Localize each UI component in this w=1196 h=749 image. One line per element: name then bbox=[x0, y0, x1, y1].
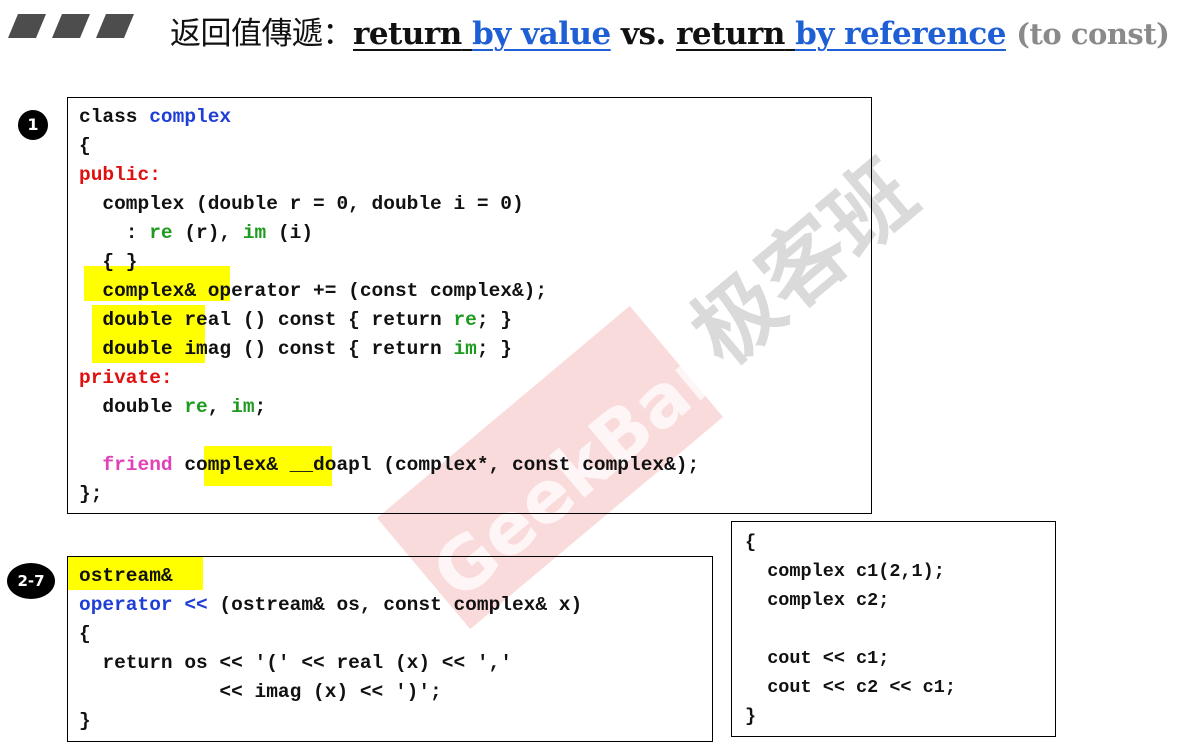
code-class-complex: class complex { public: complex (double … bbox=[79, 103, 699, 509]
code-token: class bbox=[79, 106, 150, 128]
code-token: cout << c2 << c1; bbox=[745, 677, 956, 698]
code-line: }; bbox=[79, 483, 102, 505]
decoration-bar bbox=[8, 14, 46, 38]
title-vs: vs. bbox=[621, 16, 666, 52]
code-token: im bbox=[242, 222, 267, 244]
code-token: double imag () const { return bbox=[79, 338, 454, 360]
code-token: ostream& bbox=[79, 565, 173, 587]
code-token: } bbox=[79, 710, 91, 732]
step-badge-2-7: 2-7 bbox=[7, 563, 55, 599]
code-token: public: bbox=[79, 164, 161, 186]
code-line: double imag () const { return im; } bbox=[79, 338, 512, 360]
code-line: complex c2; bbox=[745, 590, 889, 611]
title-prefix: 返回值傳遞： bbox=[170, 16, 354, 52]
code-token: { bbox=[79, 135, 91, 157]
code-line: { bbox=[79, 623, 91, 645]
code-usage: { complex c1(2,1); complex c2; cout << c… bbox=[745, 528, 956, 731]
decoration-bar bbox=[96, 14, 134, 38]
code-token: return os << '(' << real (x) << ',' bbox=[79, 652, 512, 674]
title-by-value: by value bbox=[472, 16, 611, 52]
code-token: re bbox=[453, 309, 477, 331]
code-line: } bbox=[79, 710, 91, 732]
code-token: << imag (x) << ')'; bbox=[79, 681, 442, 703]
code-line: complex c1(2,1); bbox=[745, 561, 945, 582]
code-line: cout << c2 << c1; bbox=[745, 677, 956, 698]
code-token: complex c2; bbox=[745, 590, 890, 611]
code-line: complex& operator += (const complex&); bbox=[79, 280, 547, 302]
code-line: ostream& bbox=[79, 565, 173, 587]
code-line: friend complex& __doapl (complex*, const… bbox=[79, 454, 699, 476]
title-decoration-bars bbox=[8, 14, 138, 38]
code-token: operator << bbox=[79, 594, 208, 616]
code-line: operator << (ostream& os, const complex&… bbox=[79, 594, 582, 616]
code-token: (r), bbox=[172, 222, 243, 244]
code-token: ; bbox=[254, 396, 267, 418]
decoration-bar bbox=[52, 14, 90, 38]
code-token: } bbox=[745, 706, 757, 727]
title-by-reference: by reference bbox=[795, 16, 1006, 52]
code-token: ; } bbox=[476, 338, 512, 360]
code-token: { bbox=[745, 532, 757, 553]
code-operator-output: ostream& operator << (ostream& os, const… bbox=[79, 562, 582, 736]
code-token: complex& operator += (const complex&); bbox=[79, 280, 548, 302]
code-line: : re (r), im (i) bbox=[79, 222, 313, 244]
code-token: }; bbox=[79, 483, 103, 505]
code-line: double re, im; bbox=[79, 396, 266, 418]
code-token: re bbox=[184, 396, 208, 418]
code-token: complex& __doapl (complex*, const comple… bbox=[172, 454, 700, 476]
code-token: double bbox=[79, 396, 185, 418]
code-token: double real () const { return bbox=[79, 309, 454, 331]
code-line: cout << c1; bbox=[745, 648, 889, 669]
code-token: im bbox=[231, 396, 255, 418]
code-line: public: bbox=[79, 164, 161, 186]
code-token: : bbox=[79, 222, 150, 244]
code-line: complex (double r = 0, double i = 0) bbox=[79, 193, 524, 215]
code-token: complex (double r = 0, double i = 0) bbox=[79, 193, 524, 215]
code-line: private: bbox=[79, 367, 173, 389]
code-line: << imag (x) << ')'; bbox=[79, 681, 442, 703]
code-token: complex bbox=[149, 106, 232, 128]
code-line: { bbox=[79, 135, 91, 157]
slide-title: 返回值傳遞：return by value vs. return by refe… bbox=[170, 8, 1170, 53]
title-return-2: return bbox=[676, 16, 785, 52]
code-line: { } bbox=[79, 251, 138, 273]
code-line: double real () const { return re; } bbox=[79, 309, 512, 331]
title-suffix: (to const) bbox=[1016, 17, 1170, 51]
code-token: , bbox=[207, 396, 232, 418]
code-line: } bbox=[745, 706, 756, 727]
code-token: { bbox=[79, 623, 91, 645]
code-token: im bbox=[453, 338, 477, 360]
code-token: { } bbox=[79, 251, 138, 273]
code-line: { bbox=[745, 532, 756, 553]
code-line: class complex bbox=[79, 106, 231, 128]
title-return-1: return bbox=[353, 16, 462, 52]
code-token: ; } bbox=[476, 309, 512, 331]
code-token: private: bbox=[79, 367, 173, 389]
code-token: complex c1(2,1); bbox=[745, 561, 945, 582]
step-badge-1: 1 bbox=[18, 110, 48, 140]
code-token: (ostream& os, const complex& x) bbox=[207, 594, 583, 616]
code-token: re bbox=[149, 222, 173, 244]
code-token: friend bbox=[102, 454, 173, 476]
code-token: cout << c1; bbox=[745, 648, 890, 669]
code-token: (i) bbox=[266, 222, 314, 244]
code-line: return os << '(' << real (x) << ',' bbox=[79, 652, 512, 674]
